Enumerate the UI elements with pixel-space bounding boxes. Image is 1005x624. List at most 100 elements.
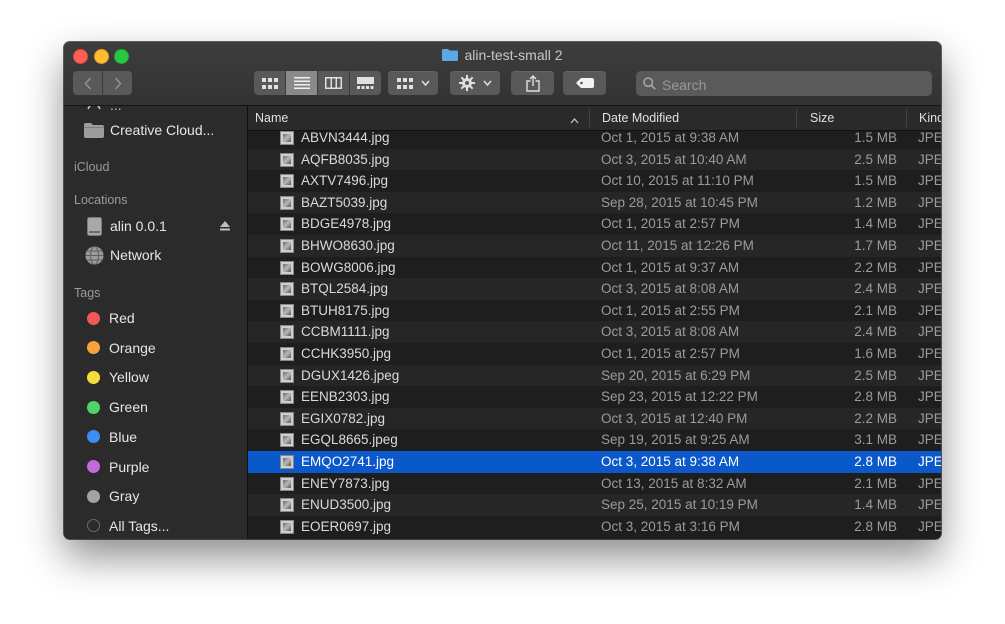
- file-kind: JPEG: [918, 130, 941, 145]
- table-row[interactable]: EGIX0782.jpg Oct 3, 2015 at 12:40 PM 2.2 M…: [248, 407, 941, 430]
- icon-view-button[interactable]: [254, 71, 286, 95]
- edit-tags-button[interactable]: [563, 71, 606, 95]
- file-size: 1.7 MB: [854, 238, 897, 253]
- table-row[interactable]: BAZT5039.jpg Sep 28, 2015 at 10:45 PM 1.2 …: [248, 191, 941, 214]
- table-row[interactable]: EGQL8665.jpeg Sep 19, 2015 at 9:25 AM 3.1 …: [248, 429, 941, 451]
- file-size: 2.2 MB: [854, 410, 897, 426]
- sidebar-item-network[interactable]: Network: [84, 244, 161, 266]
- table-row[interactable]: EOER0697.jpg Oct 3, 2015 at 3:16 PM 2.8 MB…: [248, 516, 941, 538]
- chevron-down-icon: [420, 80, 430, 86]
- file-size: 2.1 MB: [854, 302, 897, 318]
- sidebar-item-tag[interactable]: Purple: [84, 456, 149, 478]
- file-date-modified: Oct 1, 2015 at 2:55 PM: [601, 302, 740, 318]
- window-title: alin-test-small 2: [64, 47, 941, 64]
- file-name: CCHK3950.jpg: [301, 346, 392, 361]
- sidebar-item-disk[interactable]: alin 0.0.1: [84, 215, 230, 237]
- tag-color-dot: [87, 341, 100, 355]
- sidebar-item-partial[interactable]: ...: [84, 106, 122, 116]
- file-date-modified: Oct 3, 2015 at 10:40 AM: [601, 151, 747, 167]
- sidebar-item-label: Blue: [109, 428, 138, 445]
- table-row[interactable]: AQFB8035.jpg Oct 3, 2015 at 10:40 AM 2.5 M…: [248, 148, 941, 171]
- folder-icon: [84, 120, 104, 140]
- file-date-modified: Oct 3, 2015 at 8:08 AM: [601, 324, 740, 340]
- search-field[interactable]: [636, 71, 932, 98]
- search-input[interactable]: [660, 71, 924, 98]
- table-row[interactable]: EENB2303.jpg Sep 23, 2015 at 12:22 PM 2.8 …: [248, 386, 941, 408]
- folder-icon: [442, 49, 459, 61]
- file-kind: JPEG: [918, 497, 941, 513]
- table-row[interactable]: BHWO8630.jpg Oct 11, 2015 at 12:26 PM 1.7 …: [248, 235, 941, 257]
- sidebar-item-creative-cloud[interactable]: Creative Cloud...: [84, 119, 214, 141]
- nav-back-forward: [73, 71, 132, 95]
- sidebar-item-tag[interactable]: Blue: [84, 426, 137, 448]
- file-date-modified: Oct 1, 2015 at 2:57 PM: [601, 346, 740, 361]
- tag-color-dot: [87, 430, 100, 444]
- window-title-text: alin-test-small 2: [464, 47, 563, 63]
- file-list: Name Date Modified Size Kind ABVN3444.jp…: [248, 106, 941, 539]
- table-row[interactable]: BOWG8006.jpg Oct 1, 2015 at 9:37 AM 2.2 MB…: [248, 257, 941, 279]
- sidebar-item-label: Gray: [109, 488, 140, 505]
- sidebar-item-tag[interactable]: All Tags...: [84, 515, 169, 537]
- image-thumbnail-icon: [280, 303, 294, 318]
- gallery-view-button[interactable]: [350, 71, 381, 95]
- gallery-icon: [357, 77, 374, 89]
- table-row[interactable]: EMQO2741.jpg Oct 3, 2015 at 9:38 AM 2.8 MB…: [248, 451, 941, 473]
- file-kind: JPEG: [918, 259, 941, 275]
- list-view-button[interactable]: [286, 71, 318, 95]
- table-row[interactable]: BTUH8175.jpg Oct 1, 2015 at 2:55 PM 2.1 MB…: [248, 300, 941, 322]
- image-thumbnail-icon: [280, 195, 294, 210]
- tag-color-dot: [87, 460, 100, 473]
- table-row[interactable]: CCHK3950.jpg Oct 1, 2015 at 2:57 PM 1.6 MB…: [248, 343, 941, 365]
- action-button[interactable]: [450, 71, 500, 95]
- sidebar-item-tag[interactable]: Orange: [84, 337, 156, 359]
- file-size: 1.5 MB: [854, 173, 897, 189]
- image-thumbnail-icon: [280, 282, 294, 297]
- share-button[interactable]: [511, 71, 554, 95]
- eject-icon[interactable]: [220, 218, 230, 234]
- image-thumbnail-icon: [280, 239, 294, 253]
- table-row[interactable]: DGUX1426.jpeg Sep 20, 2015 at 6:29 PM 2.5 …: [248, 364, 941, 387]
- sidebar-item-tag[interactable]: Gray: [84, 485, 139, 507]
- table-row[interactable]: AXTV7496.jpg Oct 10, 2015 at 11:10 PM 1.5 …: [248, 170, 941, 192]
- image-thumbnail-icon: [280, 152, 294, 167]
- file-date-modified: Sep 23, 2015 at 12:22 PM: [601, 389, 758, 405]
- sidebar-item-tag[interactable]: Yellow: [84, 366, 149, 388]
- forward-button[interactable]: [103, 71, 132, 95]
- table-row[interactable]: CCBM1111.jpg Oct 3, 2015 at 8:08 AM 2.4 MB…: [248, 321, 941, 343]
- icloud-section-header: iCloud: [74, 160, 110, 174]
- file-size: 2.4 MB: [854, 324, 897, 340]
- file-size: 2.2 MB: [854, 259, 897, 275]
- back-button[interactable]: [73, 71, 103, 95]
- file-size: 2.8 MB: [854, 389, 897, 405]
- title-bar: alin-test-small 2: [64, 42, 941, 106]
- sidebar-item-label: Yellow: [109, 369, 149, 386]
- group-by-button[interactable]: [388, 71, 438, 95]
- file-size: 2.5 MB: [854, 367, 897, 383]
- table-row[interactable]: ENUD3500.jpg Sep 25, 2015 at 10:19 PM 1.4 …: [248, 494, 941, 516]
- file-date-modified: Oct 3, 2015 at 3:16 PM: [601, 518, 740, 534]
- share-icon: [525, 74, 540, 92]
- table-row[interactable]: ENEY7873.jpg Oct 13, 2015 at 8:32 AM 2.1 M…: [248, 473, 941, 495]
- file-name: ENUD3500.jpg: [301, 497, 392, 513]
- file-date-modified: Oct 1, 2015 at 9:37 AM: [601, 259, 740, 275]
- chevron-right-icon: [114, 76, 122, 90]
- disk-icon: [84, 216, 104, 236]
- file-kind: JPEG: [918, 410, 941, 426]
- sidebar-item-tag[interactable]: Red: [84, 307, 135, 329]
- file-name: BTUH8175.jpg: [301, 302, 390, 318]
- sidebar-item-tag[interactable]: Green: [84, 396, 148, 418]
- sidebar-item-label: Network: [110, 247, 162, 263]
- file-date-modified: Oct 3, 2015 at 12:40 PM: [601, 410, 748, 426]
- table-row[interactable]: BTQL2584.jpg Oct 3, 2015 at 8:08 AM 2.4 MB…: [248, 278, 941, 300]
- file-kind: JPEG: [918, 238, 941, 253]
- file-name: EGQL8665.jpeg: [301, 432, 398, 448]
- table-row[interactable]: ABVN3444.jpg Oct 1, 2015 at 9:38 AM 1.5 MB…: [248, 127, 941, 149]
- chevron-up-icon[interactable]: [570, 113, 579, 127]
- column-view-button[interactable]: [318, 71, 350, 95]
- image-thumbnail-icon: [280, 347, 294, 361]
- table-row[interactable]: BDGE4978.jpg Oct 1, 2015 at 2:57 PM 1.4 MB…: [248, 213, 941, 235]
- view-switcher: [254, 71, 381, 95]
- image-thumbnail-icon: [280, 260, 294, 275]
- gear-icon: [458, 75, 475, 91]
- file-size: 2.1 MB: [854, 475, 897, 491]
